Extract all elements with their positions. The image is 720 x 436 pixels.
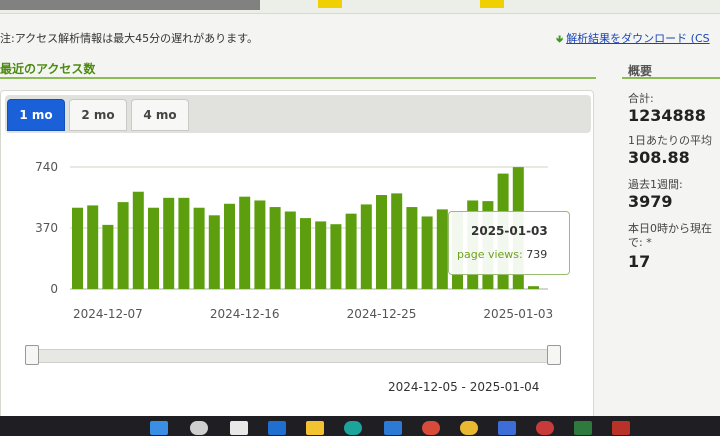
tooltip-date: 2025-01-03: [471, 224, 548, 238]
taskbar: [0, 416, 720, 436]
search-icon[interactable]: [190, 421, 208, 435]
today-label-cont: で: *: [628, 236, 652, 249]
daily-average-value: 308.88: [628, 148, 690, 167]
daily-average-label: 1日あたりの平均: [628, 134, 712, 147]
tooltip-value-row: page views: 739: [457, 248, 547, 261]
chart-tooltip: 2025-01-03 page views: 739: [448, 211, 570, 275]
page-views-chart[interactable]: 0370740 2024-12-05: 4932024-12-06: 50720…: [0, 0, 720, 436]
bar[interactable]: 2024-12-21: 410: [315, 221, 327, 289]
bar[interactable]: 2024-12-26: 580: [391, 193, 403, 289]
range-slider-track[interactable]: [30, 349, 560, 363]
app-icon-dark-red[interactable]: [612, 421, 630, 435]
bar[interactable]: 2024-12-20: 430: [300, 218, 311, 289]
bar[interactable]: 2024-12-09: 590: [132, 191, 144, 289]
bar[interactable]: 2024-12-14: 447: [208, 215, 220, 289]
y-tick-label: 0: [50, 282, 58, 296]
today-value: 17: [628, 252, 651, 271]
tooltip-series-label: page views:: [457, 248, 523, 261]
date-range-label: 2024-12-05 - 2025-01-04: [388, 380, 540, 394]
bar[interactable]: 2024-12-07: 389: [102, 224, 114, 289]
range-slider-left-handle[interactable]: [25, 345, 39, 365]
last-week-label: 過去1週間:: [628, 178, 683, 191]
x-tick-label: 2025-01-03: [483, 307, 553, 321]
app-icon-red-2[interactable]: [536, 421, 554, 435]
task-view-icon[interactable]: [230, 421, 248, 435]
x-tick-label: 2024-12-07: [73, 307, 143, 321]
bar[interactable]: 2024-12-24: 513: [360, 204, 372, 289]
app-icon-yellow[interactable]: [460, 421, 478, 435]
total-value: 1234888: [628, 106, 706, 125]
edge-browser-icon[interactable]: [344, 421, 362, 435]
x-tick-label: 2024-12-25: [347, 307, 417, 321]
bar[interactable]: 2024-12-22: 393: [330, 224, 342, 289]
app-icon-green[interactable]: [574, 421, 592, 435]
bar[interactable]: 2024-12-29: 483: [436, 209, 448, 289]
bar[interactable]: 2024-12-17: 537: [254, 200, 266, 289]
bar[interactable]: 2024-12-19: 470: [284, 211, 296, 289]
range-slider-right-handle[interactable]: [547, 345, 561, 365]
bar[interactable]: 2024-12-23: 457: [345, 213, 357, 289]
bar[interactable]: 2025-01-04: 17: [528, 286, 539, 289]
bar[interactable]: 2024-12-18: 497: [269, 207, 281, 289]
bar[interactable]: 2024-12-13: 493: [193, 207, 205, 289]
bar[interactable]: 2024-12-08: 527: [117, 202, 129, 289]
tooltip-value: 739: [526, 248, 548, 261]
app-icon-blue[interactable]: [498, 421, 516, 435]
x-tick-label: 2024-12-16: [210, 307, 280, 321]
bar[interactable]: 2024-12-25: 570: [376, 195, 387, 289]
y-tick-label: 370: [35, 221, 58, 235]
bar[interactable]: 2024-12-28: 440: [421, 216, 433, 289]
bar[interactable]: 2024-12-10: 493: [148, 207, 159, 289]
bar[interactable]: 2024-12-05: 493: [72, 207, 83, 289]
bar[interactable]: 2024-12-11: 553: [163, 197, 175, 289]
outlook-icon[interactable]: [268, 421, 286, 435]
file-explorer-icon[interactable]: [306, 421, 324, 435]
last-week-value: 3979: [628, 192, 673, 211]
app-icon-red[interactable]: [422, 421, 440, 435]
bar[interactable]: 2024-12-06: 507: [87, 205, 99, 289]
y-tick-label: 740: [35, 160, 58, 174]
summary-divider: [622, 77, 720, 79]
store-icon[interactable]: [384, 421, 402, 435]
bar[interactable]: 2024-12-16: 560: [239, 196, 251, 289]
start-icon[interactable]: [150, 421, 168, 435]
total-label: 合計:: [628, 92, 654, 105]
bar[interactable]: 2024-12-15: 517: [224, 203, 235, 289]
bar[interactable]: 2024-12-12: 553: [178, 197, 190, 289]
bar[interactable]: 2024-12-27: 497: [406, 207, 418, 289]
